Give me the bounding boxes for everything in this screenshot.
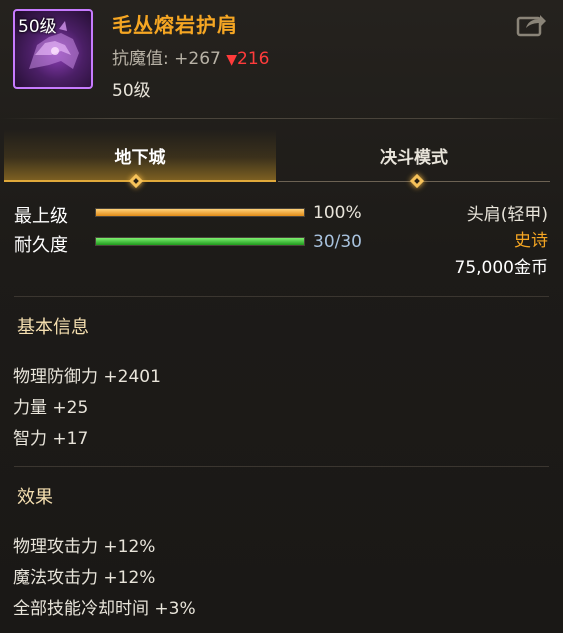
grade-bar-fill	[96, 209, 304, 216]
effect-line: 物理攻击力 +12%	[13, 537, 156, 557]
down-arrow-icon: ▼	[226, 52, 238, 68]
effect-line: 魔法攻击力 +12%	[13, 568, 156, 588]
header-divider	[0, 118, 563, 119]
basic-info-title: 基本信息	[17, 317, 89, 338]
magic-resist-value: 抗魔值: +267	[112, 49, 221, 69]
item-level-tag: 50级	[18, 17, 57, 37]
durability-bar-fill	[96, 238, 304, 245]
magic-resist-delta: 216	[237, 49, 270, 69]
item-price: 75,000金币	[454, 258, 548, 278]
grade-bar	[95, 208, 305, 217]
basic-stat-line: 物理防御力 +2401	[13, 367, 161, 387]
basic-stat-line: 智力 +17	[13, 429, 89, 449]
effect-line: 全部技能冷却时间 +3%	[13, 599, 196, 619]
section-divider	[14, 296, 549, 297]
section-divider	[14, 466, 549, 467]
equipment-slot: 头肩(轻甲)	[466, 205, 548, 225]
share-button[interactable]	[516, 12, 548, 38]
magic-resist-line: 抗魔值: +267 ▼216	[112, 44, 269, 69]
tab-pvp-mode[interactable]: 决斗模式	[278, 130, 550, 182]
durability-label: 耐久度	[14, 235, 68, 256]
grade-label: 最上级	[14, 206, 68, 227]
basic-stat-line: 力量 +25	[13, 398, 89, 418]
item-icon: 50级	[13, 9, 93, 89]
required-level: 50级	[112, 81, 151, 101]
rarity-label: 史诗	[514, 231, 548, 251]
effect-title: 效果	[17, 487, 53, 508]
tab-dungeon[interactable]: 地下城	[4, 130, 276, 182]
share-export-icon	[516, 15, 546, 37]
durability-bar	[95, 237, 305, 246]
grade-value: 100%	[313, 203, 362, 223]
item-name: 毛丛熔岩护肩	[112, 13, 238, 37]
item-tooltip-panel: 50级 毛丛熔岩护肩 抗魔值: +267 ▼216 50级 地下城 决斗模式 最…	[0, 0, 563, 633]
durability-value: 30/30	[313, 232, 362, 252]
